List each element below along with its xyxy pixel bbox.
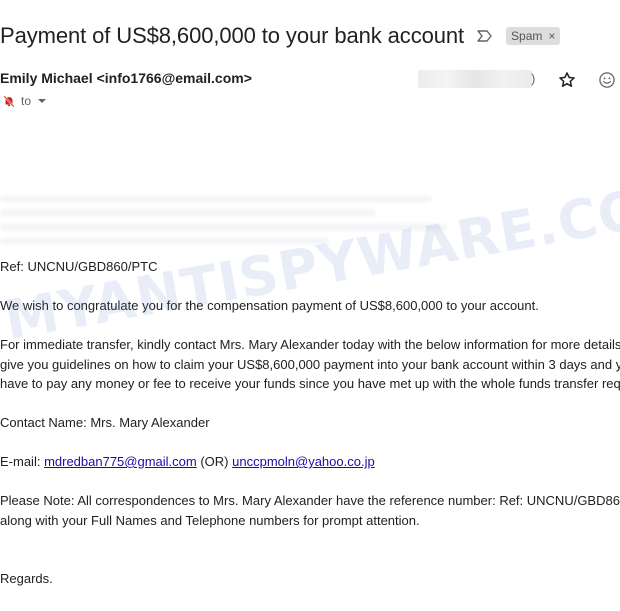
remove-label-icon[interactable]: × [548,29,555,43]
chevron-down-icon[interactable] [37,96,47,106]
email-link-gmail[interactable]: mdredban775@gmail.com [44,454,197,469]
instructions-line-3: have to pay any money or fee to receive … [0,376,620,391]
email-or: (OR) [196,454,233,469]
label-arrow-icon[interactable] [476,27,494,45]
sender-name: Emily Michael [0,70,93,86]
to-label: to [21,94,32,108]
note-line-1: Please Note: All correspondences to Mrs.… [0,493,620,508]
recipient-row: to [2,92,47,110]
email-contacts: E-mail: mdredban775@gmail.com (OR) unccp… [0,452,620,472]
blurred-content [0,196,470,254]
subject-row: Payment of US$8,600,000 to your bank acc… [0,18,561,54]
email-body: Ref: UNCNU/GBD860/PTC We wish to congrat… [0,257,620,589]
regards-line: Regards. [0,571,53,586]
instructions-line-2: give you guidelines on how to claim your… [0,356,620,372]
notification-off-icon [3,95,15,108]
reference-line: Ref: UNCNU/GBD860/PTC [0,259,158,274]
date-suffix: ) [531,71,536,86]
contact-name: Contact Name: Mrs. Mary Alexander [0,415,210,430]
sender-email: <info1766@email.com> [96,70,252,86]
redacted-date [418,70,532,88]
congratulations-line: We wish to congratulate you for the comp… [0,298,539,313]
email-subject: Payment of US$8,600,000 to your bank acc… [0,23,465,48]
star-icon[interactable] [557,70,577,90]
email-prefix: E-mail: [0,454,45,469]
emoji-icon[interactable] [597,70,617,90]
email-link-yahoo[interactable]: unccpmoln@yahoo.co.jp [232,454,375,469]
spam-label-text: Spam [511,29,543,43]
sender-row: Emily Michael <info1766@email.com> [0,70,252,86]
instructions-line-1: For immediate transfer, kindly contact M… [0,337,620,352]
email-view: Payment of US$8,600,000 to your bank acc… [0,0,620,611]
note-line-2: along with your Full Names and Telephone… [0,512,420,528]
spam-label-chip: Spam × [506,27,561,45]
